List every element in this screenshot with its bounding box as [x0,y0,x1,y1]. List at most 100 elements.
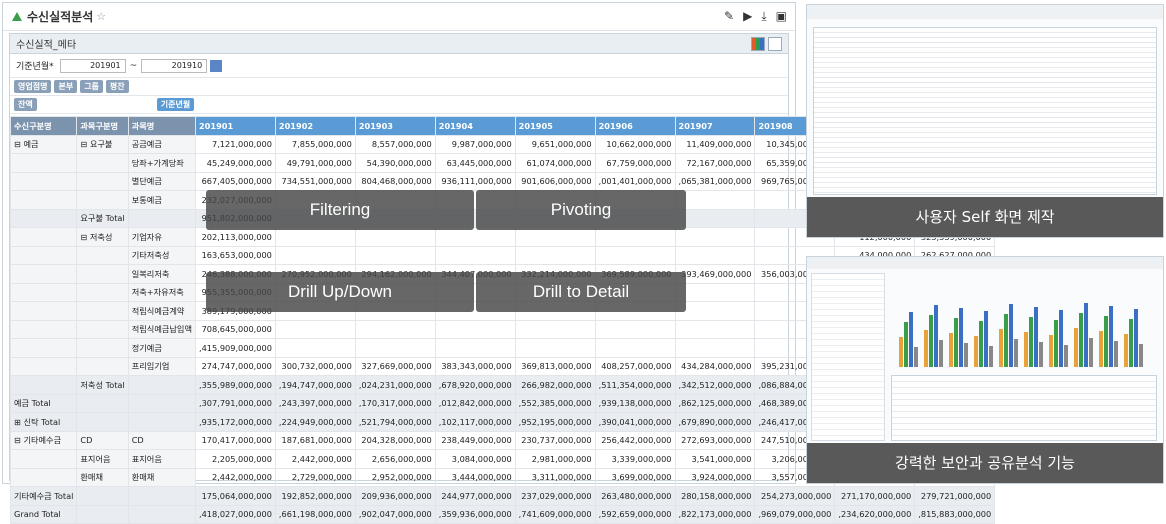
row-dimension-cell[interactable]: 당좌+가계당좌 [127,153,196,173]
value-cell: ,679,890,000,000 [674,412,756,432]
value-cell: 327,669,000,000 [354,356,436,376]
value-cell: 11,409,000,000 [674,134,756,154]
value-cell: ,521,794,000,000 [354,412,436,432]
row-dimension-cell[interactable] [9,356,78,376]
row-dimension-cell[interactable]: 별단예금 [127,171,196,191]
row-dimension-cell[interactable]: ⊟ 저축성 [76,227,129,247]
row-dimension-cell[interactable] [9,467,78,487]
value-cell: ,194,747,000,000 [274,375,356,395]
row-dimension-cell[interactable] [127,375,196,395]
row-dimension-cell[interactable] [9,375,78,395]
row-dimension-cell[interactable] [76,282,129,302]
row-dimension-cell[interactable]: ⊟ 예금 [9,134,78,154]
chart-toggle-icon[interactable] [751,36,765,51]
row-dimension-cell[interactable] [76,356,129,376]
row-dimension-cell[interactable] [9,245,78,265]
chip-branch[interactable]: 영업점명 [14,80,52,93]
header-month[interactable]: 201902 [274,116,356,136]
row-dimension-cell[interactable] [76,338,129,358]
row-dimension-cell[interactable] [9,338,78,358]
value-cell [354,319,436,339]
row-dimension-cell[interactable]: Grand Total [9,504,78,524]
calendar-icon[interactable] [210,59,223,72]
row-dimension-cell[interactable]: 공금예금 [127,134,196,154]
row-dimension-cell[interactable] [76,301,129,321]
row-dimension-cell[interactable]: 저축+자유저축 [127,282,196,302]
chip-hq[interactable]: 본부 [54,80,78,93]
chip-balance[interactable]: 잔액 [14,98,37,111]
row-dimension-cell[interactable]: 환매채 [76,467,129,487]
row-dimension-cell[interactable]: 표지어음 [127,449,196,469]
header-month[interactable]: 201906 [594,116,676,136]
header-account-name[interactable]: 과목명 [127,116,196,136]
header-month[interactable]: 201901 [194,116,276,136]
row-dimension-cell[interactable] [9,301,78,321]
row-dimension-cell[interactable]: 기업자유 [127,227,196,247]
chip-group[interactable]: 그룹 [80,80,103,93]
row-dimension-cell[interactable] [127,504,196,524]
month-to-input[interactable]: 201910 [141,58,208,73]
row-dimension-cell[interactable] [9,190,78,210]
favorite-star-icon[interactable]: ☆ [96,10,106,23]
value-cell: 280,158,000,000 [674,486,756,506]
row-dimension-cell[interactable] [76,412,129,432]
row-dimension-cell[interactable]: 보통예금 [127,190,196,210]
value-cell: 3,541,000,000 [674,449,756,469]
row-dimension-cell[interactable] [9,153,78,173]
row-dimension-cell[interactable] [76,319,129,339]
thumbnail-chart: 강력한 보안과 공유분석 기능 [806,256,1164,484]
row-dimension-cell[interactable]: 프리임기업 [127,356,196,376]
row-dimension-cell[interactable]: CD [127,430,196,450]
month-from-input[interactable]: 201901 [59,58,126,73]
row-dimension-cell[interactable] [76,504,129,524]
chip-avg[interactable]: 평잔 [105,80,129,93]
row-dimension-cell[interactable]: ⊞ 신탁 Total [9,412,78,432]
row-dimension-cell[interactable]: ⊟ 기타예수금 [9,430,78,450]
row-dimension-cell[interactable] [9,208,78,228]
row-dimension-cell[interactable]: 정기예금 [127,338,196,358]
edit-icon[interactable]: ✎ [724,9,734,24]
row-dimension-cell[interactable]: 일복리저축 [127,264,196,284]
row-dimension-cell[interactable] [76,153,129,173]
row-dimension-cell[interactable] [9,227,78,247]
row-dimension-cell[interactable]: ⊟ 요구불 [76,134,129,154]
export-icon[interactable] [768,36,782,51]
row-dimension-cell[interactable]: 적립식예금계약 [127,301,196,321]
row-dimension-cell[interactable] [76,171,129,191]
row-dimension-cell[interactable]: 적립식예금납입액 [127,319,196,339]
row-dimension-cell[interactable]: 기타저축성 [127,245,196,265]
row-dimension-cell[interactable] [9,264,78,284]
row-dimension-cell[interactable] [9,171,78,191]
row-dimension-cell[interactable] [127,486,196,506]
row-dimension-cell[interactable] [9,319,78,339]
row-dimension-cell[interactable] [76,245,129,265]
row-dimension-cell[interactable]: 환매채 [127,467,196,487]
save-icon[interactable]: ▣ [776,9,787,24]
header-month[interactable]: 201903 [354,116,436,136]
chip-month[interactable]: 기준년월 [156,98,195,111]
row-dimension-cell[interactable] [127,412,196,432]
row-dimension-cell[interactable]: 표지어음 [76,449,129,469]
thumb-chart-header [807,257,1163,269]
header-account-category[interactable]: 과목구분명 [76,116,129,136]
download-icon[interactable]: ⤓ [761,9,766,24]
row-dimension-cell[interactable]: 저축성 Total [76,375,129,395]
row-dimension-cell[interactable]: 기타예수금 Total [9,486,78,506]
header-month[interactable]: 201904 [434,116,516,136]
row-dimension-cell[interactable]: 예금 Total [9,393,78,413]
row-dimension-cell[interactable] [76,486,129,506]
row-dimension-cell[interactable] [76,393,129,413]
value-cell: 3,339,000,000 [594,449,676,469]
row-dimension-cell[interactable]: CD [76,430,129,450]
header-deposit-type[interactable]: 수신구분명 [9,116,78,136]
row-dimension-cell[interactable] [76,190,129,210]
row-dimension-cell[interactable] [127,393,196,413]
play-icon[interactable]: ▶ [743,9,752,24]
row-dimension-cell[interactable]: 요구불 Total [76,208,129,228]
row-dimension-cell[interactable] [76,264,129,284]
header-month[interactable]: 201905 [514,116,596,136]
header-month[interactable]: 201907 [674,116,756,136]
row-dimension-cell[interactable] [9,449,78,469]
row-dimension-cell[interactable] [127,208,196,228]
row-dimension-cell[interactable] [9,282,78,302]
